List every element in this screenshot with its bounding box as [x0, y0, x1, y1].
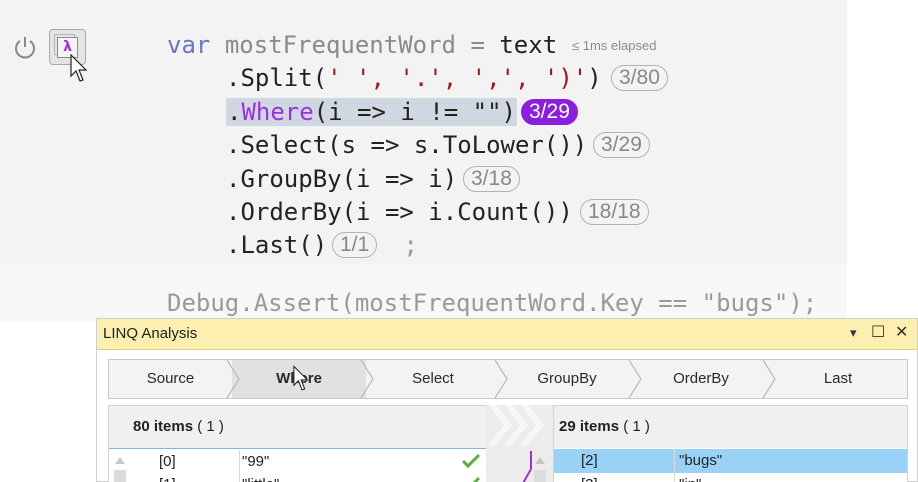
- code-line-split[interactable]: .Split(' ', '.', ',', ')'): [226, 64, 602, 92]
- scroll-up-icon[interactable]: [535, 456, 545, 464]
- chevron-right-icon: [628, 360, 642, 398]
- list-item-selected[interactable]: [2] "bugs": [554, 449, 907, 473]
- code-terminator: ;: [389, 231, 418, 259]
- stage-source[interactable]: Source: [109, 360, 232, 398]
- list-item[interactable]: [1] "little": [109, 473, 487, 482]
- code-line-assert[interactable]: Debug.Assert(mostFrequentWord.Key == "bu…: [167, 289, 817, 317]
- count-badge-last[interactable]: 1/1: [332, 232, 378, 258]
- scrollbar-thumb[interactable]: [534, 470, 546, 482]
- code-line-declaration[interactable]: var mostFrequentWord = text: [167, 31, 557, 59]
- stage-groupby[interactable]: GroupBy: [500, 360, 634, 398]
- panel-dropdown-button[interactable]: ▾: [850, 326, 857, 341]
- code-line-where[interactable]: .Where(i => i != ""): [226, 98, 517, 126]
- panel-close-button[interactable]: ✕: [895, 322, 908, 341]
- count-badge-orderby[interactable]: 18/18: [580, 199, 649, 225]
- stage-last[interactable]: Last: [768, 360, 908, 398]
- stage-breadcrumb: Source Where Select GroupBy OrderBy Last: [108, 359, 908, 399]
- where-items-list[interactable]: 29 items ( 1 ) [2] "bugs" [3] "in": [534, 405, 908, 482]
- where-items-header: 29 items ( 1 ): [559, 418, 650, 435]
- chevron-right-icon: [360, 360, 374, 398]
- panel-maximize-button[interactable]: ☐: [871, 322, 885, 341]
- chevron-right-icon: [762, 360, 776, 398]
- code-line-last[interactable]: .Last(): [226, 231, 327, 259]
- panel-title: LINQ Analysis: [103, 325, 198, 342]
- chevron-right-icon: [226, 360, 240, 398]
- linq-analysis-panel: LINQ Analysis ▾ ☐ ✕ Source Where Select …: [96, 318, 918, 482]
- stage-select[interactable]: Select: [366, 360, 500, 398]
- count-badge-where[interactable]: 3/29: [521, 99, 578, 125]
- power-icon[interactable]: [12, 34, 38, 60]
- elapsed-time-label: ≤ 1ms elapsed: [572, 38, 657, 53]
- code-line-select[interactable]: .Select(s => s.ToLower()): [226, 131, 587, 159]
- code-line-groupby[interactable]: .GroupBy(i => i): [226, 165, 457, 193]
- mouse-cursor-icon: [70, 54, 88, 82]
- count-badge-select[interactable]: 3/29: [593, 132, 650, 158]
- source-items-header: 80 items ( 1 ): [133, 418, 224, 435]
- code-line-orderby[interactable]: .OrderBy(i => i.Count()): [226, 198, 573, 226]
- check-icon: [461, 453, 481, 469]
- chevron-right-icon: [494, 360, 508, 398]
- source-items-list[interactable]: 80 items ( 1 ) [0] "99" [1] "little": [108, 405, 488, 482]
- column-divider: [674, 449, 675, 482]
- list-item[interactable]: [3] "in": [554, 473, 907, 482]
- panel-title-bar[interactable]: LINQ Analysis ▾ ☐ ✕: [97, 319, 917, 350]
- list-item[interactable]: [0] "99": [109, 450, 487, 474]
- check-icon: [472, 476, 481, 482]
- mouse-cursor-icon: [293, 365, 309, 391]
- count-badge-split[interactable]: 3/80: [611, 65, 668, 91]
- stage-orderby[interactable]: OrderBy: [634, 360, 768, 398]
- count-badge-groupby[interactable]: 3/18: [463, 166, 520, 192]
